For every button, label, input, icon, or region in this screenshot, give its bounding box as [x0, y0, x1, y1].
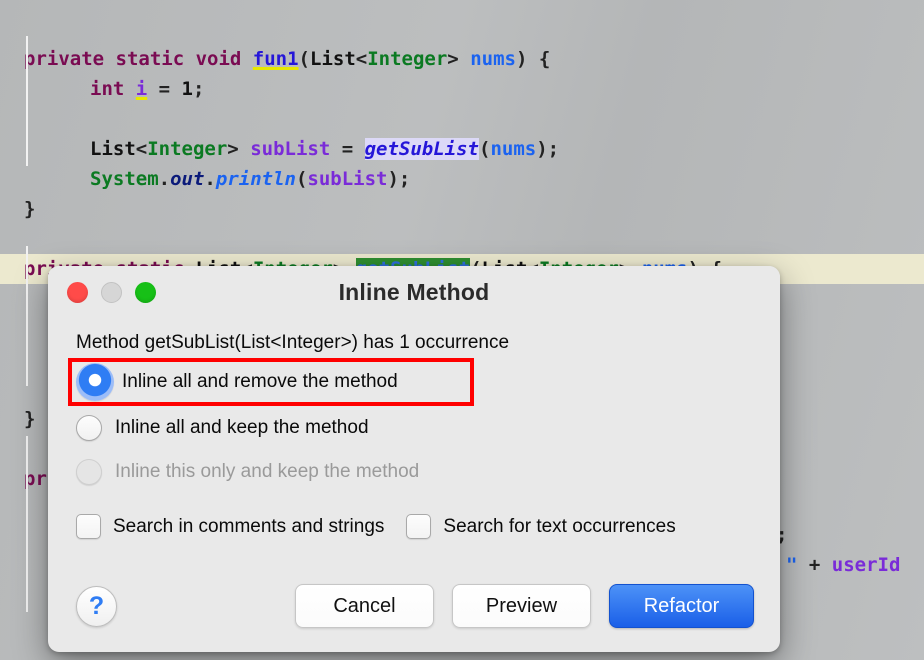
radio-option-label: Inline all and keep the method [115, 417, 369, 438]
inline-method-dialog[interactable]: Inline Method Method getSubList(List<Int… [48, 266, 780, 652]
help-button[interactable]: ? [76, 585, 117, 627]
code-token: int [90, 78, 136, 100]
code-token: out [170, 168, 205, 190]
code-token: Integer [147, 138, 228, 160]
code-token: ( [295, 168, 308, 190]
code-token: } [24, 198, 36, 220]
code-token: List [90, 138, 136, 160]
dialog-title-bar[interactable]: Inline Method [48, 266, 780, 318]
radio-button-icon[interactable] [76, 415, 102, 441]
preview-button[interactable]: Preview [452, 584, 591, 628]
radio-option-row: Inline this only and keep the method [76, 450, 780, 494]
code-token: userId [831, 554, 901, 576]
cancel-button[interactable]: Cancel [295, 584, 434, 628]
code-token: Integer [367, 48, 448, 70]
code-token: ; [193, 78, 205, 100]
code-token: > [227, 138, 251, 160]
code-token: nums [470, 48, 516, 70]
minimize-button-icon[interactable] [101, 282, 122, 303]
code-token: > [447, 48, 459, 70]
code-token: ); [387, 168, 411, 190]
radio-option-row[interactable]: Inline all and remove the method [68, 358, 474, 406]
action-buttons: Cancel Preview Refactor [295, 584, 780, 628]
code-token: . [158, 168, 171, 190]
checkbox-icon[interactable] [76, 514, 101, 539]
code-token: + [797, 554, 832, 576]
code-token: ) { [515, 48, 551, 70]
code-token: . [204, 168, 216, 190]
radio-option-row[interactable]: Inline all and keep the method [76, 406, 780, 450]
radio-button-icon [76, 459, 102, 485]
radio-option-label: Inline all and remove the method [122, 371, 398, 392]
radio-button-icon[interactable] [76, 363, 114, 401]
code-token: System [90, 168, 159, 190]
code-token: ( [298, 48, 310, 70]
inline-options-group[interactable]: Inline all and remove the method Inline a… [48, 358, 780, 494]
dialog-button-row: ? Cancel Preview Refactor [48, 584, 780, 628]
code-token: ); [536, 138, 560, 160]
code-token: < [355, 48, 368, 70]
code-token: private static void [24, 48, 253, 70]
code-line: private static void fun1(List<Integer> n… [0, 44, 924, 74]
code-fragment: " + userId [786, 554, 900, 576]
code-line: int i = 1; [0, 74, 924, 104]
search-options-group[interactable]: Search in comments and strings Search for… [76, 514, 780, 539]
code-token: fun1 [252, 48, 299, 70]
code-token: getSubList [364, 138, 479, 160]
code-token: subList [307, 168, 388, 190]
checkbox-icon[interactable] [406, 514, 432, 539]
code-line: List<Integer> subList = getSubList(nums)… [0, 134, 924, 164]
occurrence-message: Method getSubList(List<Integer>) has 1 o… [76, 332, 510, 353]
indent-guide [26, 246, 28, 386]
code-token: println [215, 168, 296, 190]
dialog-title: Inline Method [338, 279, 490, 305]
indent-guide [26, 36, 28, 166]
code-token: nums [490, 138, 537, 160]
code-line: } [0, 194, 924, 224]
window-controls [67, 282, 156, 303]
code-token: = [330, 138, 365, 160]
code-token: < [135, 138, 148, 160]
checkbox-label: Search for text occurrences [443, 515, 676, 537]
code-token: = [147, 78, 182, 100]
code-token: 1 [181, 78, 193, 100]
code-token: i [135, 78, 148, 100]
zoom-button-icon[interactable] [135, 282, 156, 303]
radio-option-label: Inline this only and keep the method [115, 461, 420, 482]
code-token: } [24, 408, 36, 430]
checkbox-label: Search in comments and strings [113, 515, 385, 537]
code-token: List [310, 48, 356, 70]
code-token: subList [250, 138, 331, 160]
code-token: ( [478, 138, 491, 160]
refactor-button[interactable]: Refactor [609, 584, 754, 628]
indent-guide [26, 436, 28, 612]
code-line: System.out.println(subList); [0, 164, 924, 194]
close-button-icon[interactable] [67, 282, 88, 303]
code-token: " [786, 554, 798, 576]
